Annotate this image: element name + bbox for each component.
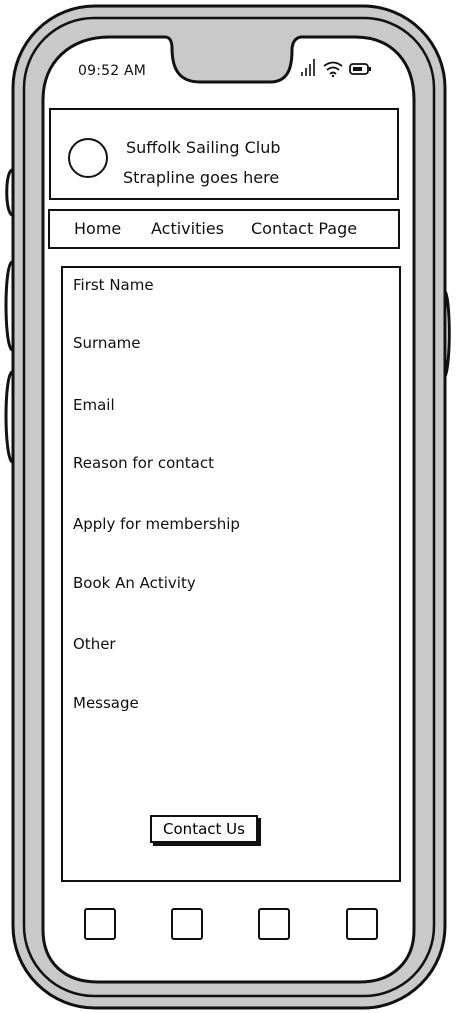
book-an-activity-option[interactable]: Book An Activity xyxy=(73,574,196,592)
apply-for-membership-option[interactable]: Apply for membership xyxy=(73,515,240,533)
first-name-label[interactable]: First Name xyxy=(73,276,154,294)
site-strapline: Strapline goes here xyxy=(123,168,280,187)
side-button-left-3 xyxy=(4,370,14,464)
reason-for-contact-label: Reason for contact xyxy=(73,454,214,472)
nav-item-contact-page[interactable]: Contact Page xyxy=(251,219,357,238)
logo-icon[interactable] xyxy=(68,138,108,178)
bottom-nav-button-2[interactable] xyxy=(171,908,203,940)
status-icons xyxy=(301,59,371,78)
message-label[interactable]: Message xyxy=(73,694,139,712)
nav-item-activities[interactable]: Activities xyxy=(151,219,224,238)
battery-icon xyxy=(349,63,371,75)
contact-us-button[interactable]: Contact Us xyxy=(150,815,258,843)
bottom-nav-button-4[interactable] xyxy=(346,908,378,940)
main-nav: Home Activities Contact Page xyxy=(48,209,400,249)
site-header: Suffolk Sailing Club Strapline goes here xyxy=(49,108,399,200)
bottom-nav-button-1[interactable] xyxy=(84,908,116,940)
surname-label[interactable]: Surname xyxy=(73,334,140,352)
side-button-left-2 xyxy=(4,260,14,352)
contact-form: First Name Surname Email Reason for cont… xyxy=(61,266,401,882)
phone-mockup: 09:52 AM Suffolk Sailing Club Strapline … xyxy=(0,0,456,1013)
site-title: Suffolk Sailing Club xyxy=(126,138,281,157)
nav-item-home[interactable]: Home xyxy=(74,219,121,238)
bottom-nav-button-3[interactable] xyxy=(258,908,290,940)
status-time: 09:52 AM xyxy=(78,63,147,79)
wifi-icon xyxy=(323,61,343,78)
signal-bars-icon xyxy=(301,59,315,76)
email-label[interactable]: Email xyxy=(73,396,115,414)
side-button-left-1 xyxy=(5,168,14,217)
other-option[interactable]: Other xyxy=(73,635,116,653)
